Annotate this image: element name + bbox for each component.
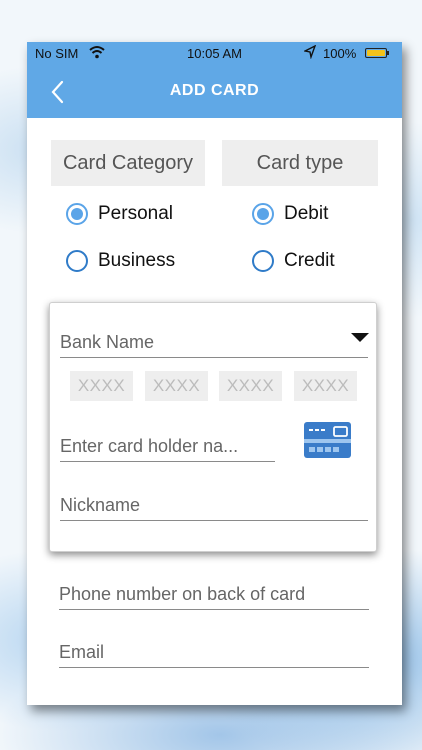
radio-credit[interactable]: Credit [252,250,335,272]
radio-business[interactable]: Business [66,250,175,272]
radio-selected-icon [252,203,274,225]
bank-name-dropdown[interactable]: Bank Name [60,332,368,358]
radio-unselected-icon [66,250,88,272]
radio-personal-label: Personal [98,203,173,224]
card-number-part-2[interactable]: XXXX [145,371,208,401]
card-holder-name-input[interactable]: Enter card holder na... [60,436,275,462]
radio-credit-label: Credit [284,250,335,271]
battery-icon [365,48,389,58]
status-bar: No SIM 10:05 AM 100% [27,42,402,64]
page-title: ADD CARD [169,82,260,99]
radio-personal[interactable]: Personal [66,203,173,225]
phone-screen: No SIM 10:05 AM 100% ADD CARD Card Categ… [27,42,402,705]
card-type-header: Card type [222,140,378,186]
radio-debit-label: Debit [284,203,329,224]
radio-debit[interactable]: Debit [252,203,328,225]
dropdown-arrow-icon[interactable] [351,330,369,342]
radio-business-label: Business [98,250,176,271]
phone-number-input[interactable]: Phone number on back of card [59,584,369,610]
card-number-part-1[interactable]: XXXX [70,371,133,401]
card-details-panel: Bank Name XXXX XXXX XXXX XXXX Enter card… [49,302,377,552]
location-icon [302,44,317,62]
card-category-header: Card Category [51,140,205,186]
nickname-input[interactable]: Nickname [60,495,368,521]
card-number-part-3[interactable]: XXXX [219,371,282,401]
credit-card-icon[interactable] [304,422,351,458]
card-number-part-4[interactable]: XXXX [294,371,357,401]
radio-selected-icon [66,203,88,225]
email-input[interactable]: Email [59,642,369,668]
radio-unselected-icon [252,250,274,272]
nav-bar: ADD CARD [27,64,402,118]
battery-percent: 100% [323,46,357,61]
